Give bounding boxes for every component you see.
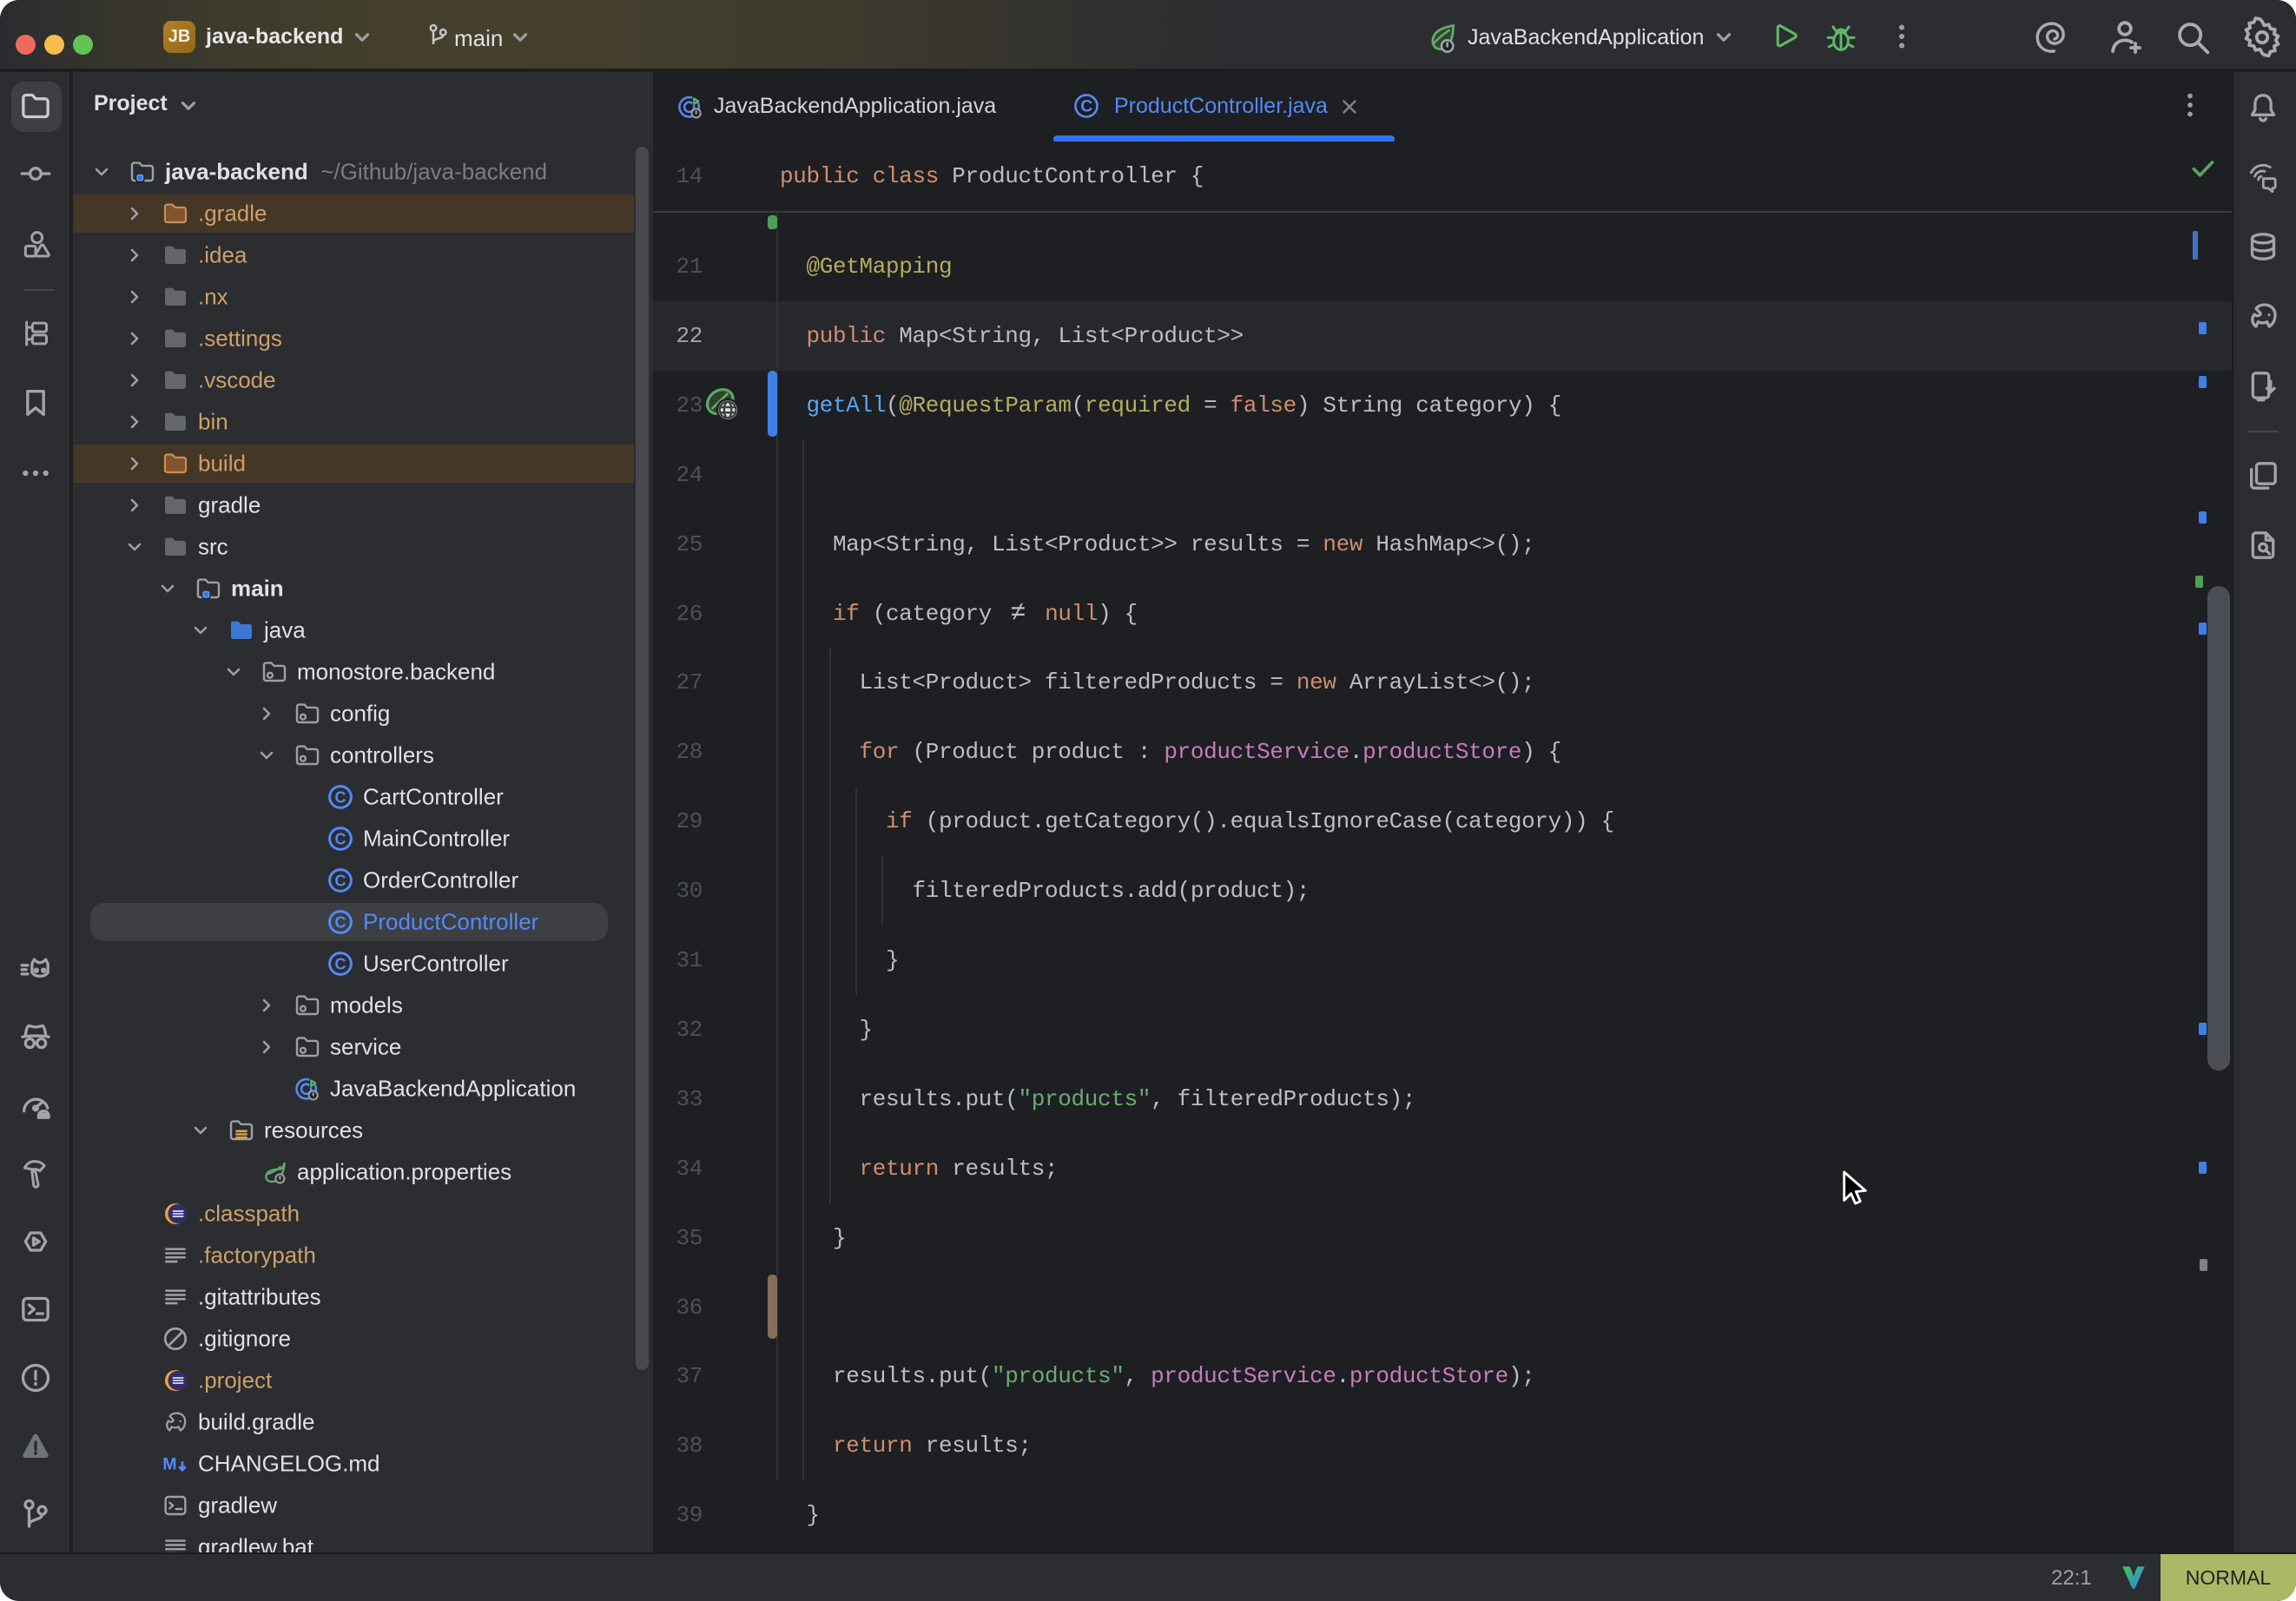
svg-text:C: C <box>335 955 346 972</box>
svg-text:C: C <box>1080 98 1092 116</box>
svg-text:M: M <box>162 1456 176 1474</box>
svg-text:C: C <box>335 788 346 806</box>
svg-text:C: C <box>335 913 346 931</box>
svg-text:C: C <box>335 830 346 847</box>
svg-text:C: C <box>335 872 346 889</box>
